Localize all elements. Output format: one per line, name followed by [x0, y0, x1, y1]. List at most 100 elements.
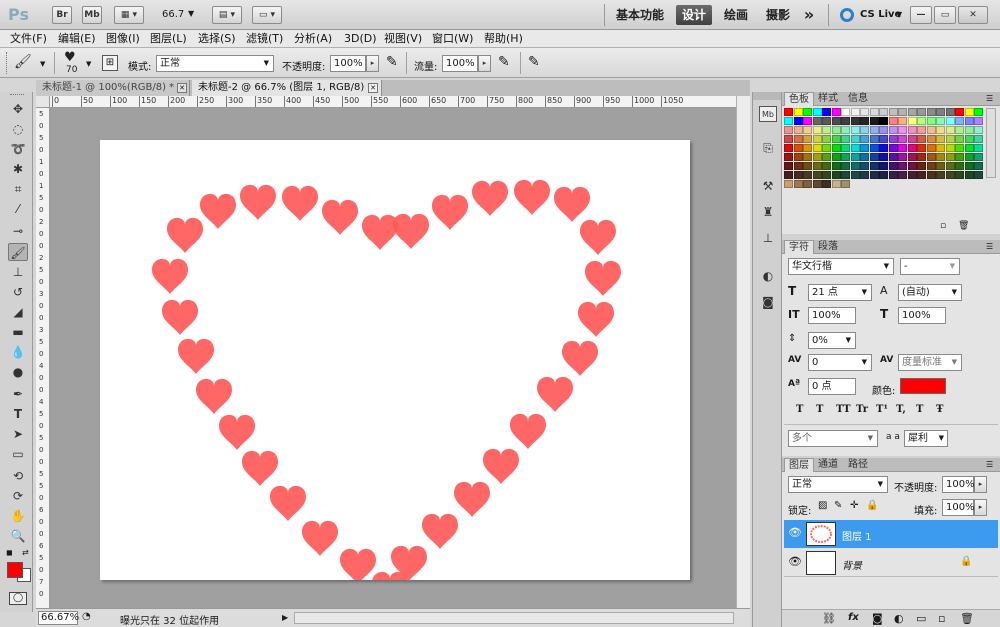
color-swatch[interactable] — [926, 108, 936, 116]
color-swatch[interactable] — [926, 153, 936, 161]
layer-style-icon[interactable]: fx — [848, 612, 859, 623]
color-swatch[interactable] — [974, 162, 983, 170]
menu-view[interactable]: 视图(V) — [384, 30, 422, 48]
text-style-button[interactable]: TT — [836, 404, 851, 415]
color-swatch[interactable] — [964, 126, 974, 134]
new-layer-icon[interactable]: ▫ — [938, 612, 945, 625]
link-layers-icon[interactable]: ⛓ — [822, 612, 836, 625]
color-swatch[interactable] — [841, 171, 850, 179]
color-swatch[interactable] — [974, 117, 983, 125]
color-swatch[interactable] — [964, 162, 974, 170]
text-color-swatch[interactable] — [900, 378, 946, 394]
color-swatch[interactable] — [812, 144, 822, 152]
flow-slider-button[interactable]: ▸ — [478, 55, 491, 72]
color-swatch[interactable] — [812, 117, 822, 125]
color-swatch[interactable] — [964, 144, 974, 152]
workspace-painting[interactable]: 绘画 — [718, 5, 754, 25]
color-swatch[interactable] — [812, 162, 822, 170]
hand-tool-icon[interactable]: ✋ — [8, 507, 28, 525]
menu-file[interactable]: 文件(F) — [10, 30, 47, 48]
color-swatch[interactable] — [974, 135, 983, 143]
color-swatch[interactable] — [812, 108, 822, 116]
color-swatch[interactable] — [945, 108, 955, 116]
layer1-visibility-icon[interactable]: 👁 — [788, 526, 802, 539]
color-swatch[interactable] — [822, 117, 831, 125]
color-swatch[interactable] — [850, 108, 860, 116]
color-swatch[interactable] — [945, 135, 955, 143]
tab-paragraph[interactable]: 段落 — [814, 240, 842, 254]
color-swatch[interactable] — [822, 135, 831, 143]
color-swatch[interactable] — [974, 144, 983, 152]
color-swatch[interactable] — [803, 180, 812, 188]
color-swatch[interactable] — [860, 135, 869, 143]
color-swatch[interactable] — [841, 126, 850, 134]
color-swatch[interactable] — [898, 108, 907, 116]
color-swatch[interactable] — [793, 153, 803, 161]
font-family-select[interactable]: 华文行楷 ▼ — [788, 258, 894, 275]
color-swatch[interactable] — [879, 135, 888, 143]
color-swatch[interactable] — [841, 162, 850, 170]
color-swatch[interactable] — [907, 135, 917, 143]
adjustments-panel-icon[interactable]: ◐ — [759, 268, 777, 284]
color-swatch[interactable] — [917, 117, 926, 125]
add-mask-icon[interactable]: ◙ — [872, 612, 883, 625]
color-swatch[interactable] — [860, 117, 869, 125]
color-swatch[interactable] — [888, 108, 898, 116]
color-swatch[interactable] — [964, 108, 974, 116]
color-swatch[interactable] — [936, 144, 945, 152]
color-swatch[interactable] — [898, 162, 907, 170]
lock-transparency-icon[interactable]: ▨ — [818, 500, 827, 511]
cslive-dropdown-icon[interactable]: ▼ — [896, 10, 902, 19]
color-swatch[interactable] — [936, 126, 945, 134]
color-swatch[interactable] — [964, 153, 974, 161]
color-swatch[interactable] — [860, 153, 869, 161]
color-swatch[interactable] — [917, 162, 926, 170]
clone-stamp-tool-icon[interactable]: ⊥ — [8, 263, 28, 281]
color-swatch[interactable] — [831, 144, 841, 152]
color-swatch[interactable] — [784, 126, 793, 134]
text-style-button[interactable]: T — [816, 404, 823, 415]
tab-character[interactable]: 字符 — [784, 240, 814, 254]
text-style-button[interactable]: T, — [896, 404, 906, 415]
tab-info[interactable]: 信息 — [844, 92, 872, 106]
healing-brush-tool-icon[interactable]: ⊸ — [8, 222, 28, 240]
lock-all-icon[interactable]: 🔒 — [866, 500, 878, 511]
color-swatch[interactable] — [812, 126, 822, 134]
color-swatch[interactable] — [926, 126, 936, 134]
color-swatch[interactable] — [888, 153, 898, 161]
color-swatch[interactable] — [822, 171, 831, 179]
document-canvas[interactable] — [100, 140, 690, 580]
layer-row-layer1[interactable]: 👁 图层 1 — [784, 520, 998, 548]
color-swatch[interactable] — [869, 108, 879, 116]
color-swatch[interactable] — [812, 180, 822, 188]
mini-bridge-panel-icon[interactable]: Mb — [759, 106, 777, 122]
brush-tool-preset-icon[interactable]: 🖌 — [14, 54, 32, 70]
gradient-tool-icon[interactable]: ▬ — [8, 323, 28, 341]
color-swatch[interactable] — [917, 144, 926, 152]
color-swatch[interactable] — [793, 180, 803, 188]
color-swatch[interactable] — [869, 135, 879, 143]
color-swatch[interactable] — [945, 117, 955, 125]
color-swatch[interactable] — [860, 162, 869, 170]
history-brush-tool-icon[interactable]: ↺ — [8, 283, 28, 301]
default-colors-icon[interactable]: ◼ — [6, 548, 13, 557]
close-tab-1-icon[interactable]: ✕ — [177, 83, 187, 93]
brush-tool-icon[interactable]: 🖌 — [8, 243, 28, 261]
layer-blend-mode-select[interactable]: 正常 ▼ — [788, 476, 888, 493]
color-swatch[interactable] — [841, 153, 850, 161]
lasso-tool-icon[interactable]: ➰ — [8, 140, 28, 158]
clone-source-panel-icon[interactable]: ♜ — [759, 204, 777, 220]
color-swatch[interactable] — [898, 117, 907, 125]
color-swatch[interactable] — [784, 171, 793, 179]
color-swatch[interactable] — [879, 153, 888, 161]
color-swatch[interactable] — [850, 153, 860, 161]
color-swatch[interactable] — [917, 126, 926, 134]
color-swatch[interactable] — [907, 162, 917, 170]
color-swatch[interactable] — [898, 135, 907, 143]
color-swatch[interactable] — [888, 117, 898, 125]
color-swatch[interactable] — [841, 117, 850, 125]
language-select[interactable]: 多个 ▼ — [788, 430, 878, 447]
color-swatch[interactable] — [926, 171, 936, 179]
color-swatch[interactable] — [860, 126, 869, 134]
new-group-icon[interactable]: ▭ — [916, 612, 926, 625]
